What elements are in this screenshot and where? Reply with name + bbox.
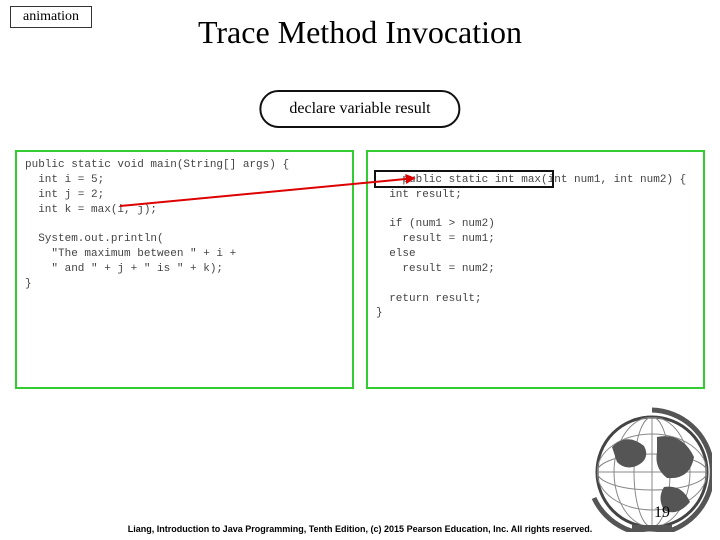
- animation-badge: animation: [10, 6, 92, 28]
- left-code-pane: public static void main(String[] args) {…: [15, 150, 354, 389]
- globe-icon: [572, 402, 712, 532]
- trace-callout: declare variable result: [259, 90, 460, 128]
- page-title: Trace Method Invocation: [198, 14, 522, 51]
- arrow-head-icon: [405, 173, 416, 184]
- code-panes: public static void main(String[] args) {…: [15, 150, 705, 389]
- footer-text: Liang, Introduction to Java Programming,…: [0, 524, 720, 534]
- right-code-pane: public static int max(int num1, int num2…: [366, 150, 705, 389]
- page-number: 19: [654, 504, 670, 522]
- right-code-text: public static int max(int num1, int num2…: [376, 174, 686, 320]
